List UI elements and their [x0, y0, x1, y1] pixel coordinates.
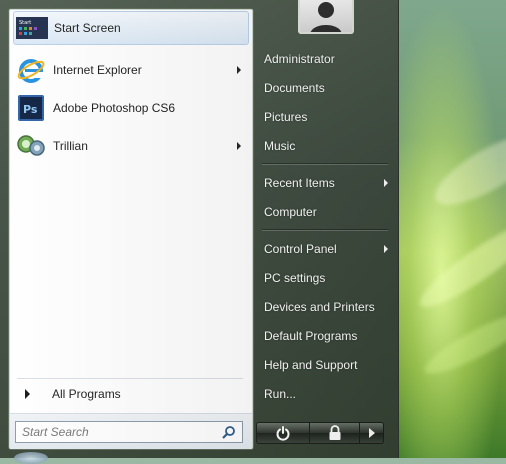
pinned-item-label: Start Screen — [54, 21, 121, 35]
divider — [17, 378, 243, 379]
pinned-item-label: Internet Explorer — [53, 63, 142, 77]
pinned-item-photoshop[interactable]: Ps Adobe Photoshop CS6 — [13, 91, 249, 125]
submenu-arrow-icon — [384, 245, 388, 253]
all-programs-label: All Programs — [52, 387, 121, 401]
trillian-icon — [15, 130, 47, 162]
right-item-label: Run... — [264, 387, 297, 401]
triangle-right-icon — [25, 389, 30, 399]
search-icon[interactable] — [220, 423, 238, 441]
user-silhouette-icon — [310, 2, 342, 32]
pinned-programs-pane: Start Start Screen Internet Explorer Ps … — [8, 8, 254, 450]
right-item-music[interactable]: Music — [258, 134, 394, 158]
power-button[interactable] — [256, 422, 310, 444]
pinned-item-start-screen[interactable]: Start Start Screen — [13, 11, 249, 45]
right-item-label: Devices and Printers — [264, 300, 375, 314]
right-item-label: Help and Support — [264, 358, 358, 372]
submenu-arrow-icon[interactable] — [237, 66, 241, 74]
svg-text:Ps: Ps — [23, 103, 38, 116]
shutdown-options-button[interactable] — [360, 422, 384, 444]
desktop-wallpaper — [398, 0, 506, 458]
user-avatar[interactable] — [298, 0, 354, 34]
right-item-documents[interactable]: Documents — [258, 76, 394, 100]
internet-explorer-icon — [15, 54, 47, 86]
arrow-right-icon — [368, 428, 375, 438]
right-item-label: Administrator — [264, 52, 335, 66]
divider — [262, 229, 388, 231]
start-menu: Start Start Screen Internet Explorer Ps … — [0, 0, 399, 458]
submenu-arrow-icon — [384, 179, 388, 187]
all-programs-button[interactable]: All Programs — [13, 382, 249, 406]
pinned-item-label: Adobe Photoshop CS6 — [53, 101, 176, 115]
pinned-item-trillian[interactable]: Trillian — [13, 129, 249, 163]
start-screen-icon: Start — [16, 12, 48, 44]
right-item-label: Control Panel — [264, 242, 337, 256]
lock-icon — [329, 425, 340, 440]
pinned-item-label: Trillian — [53, 139, 88, 153]
start-orb[interactable] — [14, 452, 48, 464]
right-item-label: Computer — [264, 205, 317, 219]
divider — [262, 163, 388, 165]
search-box[interactable] — [15, 421, 243, 443]
right-item-devices-and-printers[interactable]: Devices and Printers — [258, 295, 394, 319]
right-item-default-programs[interactable]: Default Programs — [258, 324, 394, 348]
right-item-label: PC settings — [264, 271, 326, 285]
right-item-label: Music — [264, 139, 296, 153]
right-item-pc-settings[interactable]: PC settings — [258, 266, 394, 290]
right-item-label: Documents — [264, 81, 325, 95]
right-item-label: Recent Items — [264, 176, 335, 190]
right-item-administrator[interactable]: Administrator — [258, 47, 394, 71]
right-item-computer[interactable]: Computer — [258, 200, 394, 224]
search-input[interactable] — [16, 423, 220, 441]
right-item-run[interactable]: Run... — [258, 382, 394, 406]
submenu-arrow-icon[interactable] — [237, 142, 241, 150]
power-icon — [276, 426, 290, 441]
photoshop-icon: Ps — [15, 92, 47, 124]
power-controls — [256, 422, 384, 444]
right-item-label: Default Programs — [264, 329, 358, 343]
pinned-item-internet-explorer[interactable]: Internet Explorer — [13, 53, 249, 87]
right-item-control-panel[interactable]: Control Panel — [258, 237, 394, 261]
lock-button[interactable] — [310, 422, 360, 444]
svg-text:Start: Start — [19, 20, 31, 26]
right-item-pictures[interactable]: Pictures — [258, 105, 394, 129]
right-item-recent-items[interactable]: Recent Items — [258, 171, 394, 195]
right-item-help-and-support[interactable]: Help and Support — [258, 353, 394, 377]
right-item-label: Pictures — [264, 110, 308, 124]
